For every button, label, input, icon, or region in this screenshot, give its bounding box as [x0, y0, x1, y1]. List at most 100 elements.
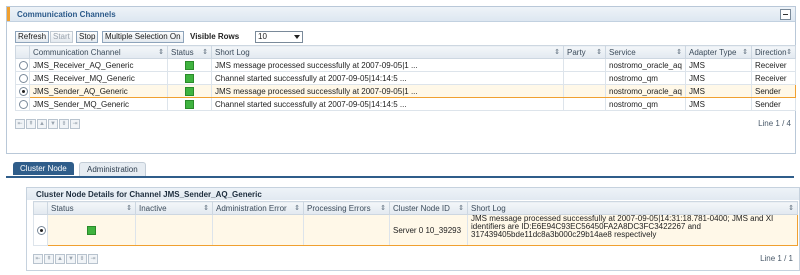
details-title: Cluster Node Details for Channel JMS_Sen… [36, 190, 262, 199]
column-header[interactable]: Short Log ⇕ [467, 201, 798, 215]
stop-button[interactable]: Stop [76, 31, 99, 43]
channel-cell: JMS_Receiver_AQ_Generic [29, 58, 168, 72]
row-radio-cell[interactable] [15, 58, 30, 72]
column-header[interactable]: Party ⇕ [563, 45, 606, 59]
log-cell: Channel started successfully at 2007-09-… [211, 71, 564, 85]
visible-rows-value: 10 [258, 32, 267, 41]
sort-icon[interactable]: ⇕ [202, 48, 208, 56]
direction-cell: Sender [751, 97, 796, 111]
table-row[interactable]: JMS_Receiver_AQ_Generic JMS message proc… [15, 58, 796, 72]
status-ok-icon [185, 99, 194, 109]
short-log-cell: JMS message processed successfully at 20… [467, 214, 798, 246]
table-row-selected[interactable]: JMS_Sender_AQ_Generic JMS message proces… [15, 84, 796, 98]
sort-icon[interactable]: ⇕ [554, 48, 560, 56]
table-row-selected[interactable]: Server 0 10_39293 JMS message processed … [33, 214, 798, 246]
status-cell [167, 58, 212, 72]
column-header[interactable]: Service ⇕ [605, 45, 686, 59]
table-header-row: Status ⇕ Inactive ⇕ Administration Error ⇕ … [33, 201, 798, 215]
table-row[interactable]: JMS_Receiver_MQ_Generic Channel started … [15, 71, 796, 85]
direction-cell: Receiver [751, 71, 796, 85]
sort-icon[interactable]: ⇕ [676, 48, 682, 56]
sort-icon[interactable]: ⇕ [788, 204, 794, 212]
first-page-icon[interactable]: ⇤ [15, 119, 25, 129]
status-ok-icon [185, 73, 194, 83]
row-radio-checked[interactable] [19, 86, 28, 96]
page-up-icon[interactable]: ⇞ [26, 119, 36, 129]
sort-icon[interactable]: ⇕ [380, 204, 386, 212]
sort-icon[interactable]: ⇕ [596, 48, 602, 56]
visible-rows-label: Visible Rows [190, 32, 240, 41]
column-header[interactable]: Adapter Type ⇕ [685, 45, 752, 59]
column-label: Adapter Type [689, 47, 737, 57]
direction-cell: Sender [751, 84, 796, 98]
column-label: Status [171, 47, 194, 57]
select-column-header [15, 45, 30, 59]
row-radio[interactable] [19, 99, 28, 109]
last-page-icon[interactable]: ⇥ [70, 119, 80, 129]
tab-underline [6, 176, 794, 178]
sort-icon[interactable]: ⇕ [158, 48, 164, 56]
status-ok-icon [87, 225, 96, 235]
table-header-row: Communication Channel ⇕ Status ⇕ Short Log… [15, 45, 796, 59]
status-cell [47, 214, 136, 246]
column-header[interactable]: Status ⇕ [47, 201, 136, 215]
sort-icon[interactable]: ⇕ [458, 204, 464, 212]
status-cell [167, 84, 212, 98]
row-radio[interactable] [19, 60, 28, 70]
column-header[interactable]: Communication Channel ⇕ [29, 45, 168, 59]
column-header[interactable]: Status ⇕ [167, 45, 212, 59]
column-header[interactable]: Processing Errors ⇕ [303, 201, 390, 215]
column-header[interactable]: Administration Error ⇕ [212, 201, 304, 215]
channel-cell: JMS_Receiver_MQ_Generic [29, 71, 168, 85]
details-header: Cluster Node Details for Channel JMS_Sen… [27, 188, 799, 200]
row-radio-cell[interactable] [15, 97, 30, 111]
column-header[interactable]: Short Log ⇕ [211, 45, 564, 59]
column-header[interactable]: Cluster Node ID ⇕ [389, 201, 468, 215]
tab-administration[interactable]: Administration [79, 162, 146, 176]
tab-cluster-node[interactable]: Cluster Node [13, 162, 74, 175]
row-radio-cell[interactable] [15, 84, 30, 98]
header-accent-bar [7, 7, 10, 21]
table-row[interactable]: JMS_Sender_MQ_Generic Channel started su… [15, 97, 796, 111]
channels-table: Communication Channel ⇕ Status ⇕ Short Log… [15, 45, 796, 111]
adapter-cell: JMS [685, 58, 752, 72]
row-radio-cell[interactable] [33, 214, 48, 246]
details-table: Status ⇕ Inactive ⇕ Administration Error ⇕ … [33, 201, 798, 246]
visible-rows-select[interactable]: 10 [255, 31, 303, 43]
column-header[interactable]: Inactive ⇕ [135, 201, 213, 215]
page-up-icon[interactable]: ⇞ [44, 254, 54, 264]
column-label: Cluster Node ID [393, 203, 450, 213]
adapter-cell: JMS [685, 97, 752, 111]
multiple-selection-button[interactable]: Multiple Selection On [102, 31, 184, 43]
sort-icon[interactable]: ⇕ [786, 48, 792, 56]
page-down-icon[interactable]: ⇟ [77, 254, 87, 264]
column-label: Administration Error [216, 203, 287, 213]
column-header[interactable]: Direction ⇕ [751, 45, 796, 59]
inactive-cell [135, 214, 213, 246]
sort-icon[interactable]: ⇕ [203, 204, 209, 212]
channel-cell: JMS_Sender_MQ_Generic [29, 97, 168, 111]
page-down-icon[interactable]: ⇟ [59, 119, 69, 129]
admin-error-cell [212, 214, 304, 246]
refresh-button[interactable]: Refresh [15, 31, 50, 43]
next-row-icon[interactable]: ▼ [66, 254, 76, 264]
sort-icon[interactable]: ⇕ [126, 204, 132, 212]
start-button[interactable]: Start [50, 31, 73, 43]
previous-row-icon[interactable]: ▲ [55, 254, 65, 264]
row-radio-checked[interactable] [37, 225, 46, 235]
log-cell: JMS message processed successfully at 20… [211, 58, 564, 72]
column-label: Short Log [215, 47, 250, 57]
previous-row-icon[interactable]: ▲ [37, 119, 47, 129]
next-row-icon[interactable]: ▼ [48, 119, 58, 129]
service-cell: nostromo_qm [605, 97, 686, 111]
sort-icon[interactable]: ⇕ [294, 204, 300, 212]
status-ok-icon [185, 60, 194, 70]
sort-icon[interactable]: ⇕ [742, 48, 748, 56]
last-page-icon[interactable]: ⇥ [88, 254, 98, 264]
row-radio-cell[interactable] [15, 71, 30, 85]
service-cell: nostromo_oracle_aq [605, 58, 686, 72]
collapse-icon[interactable] [780, 9, 791, 20]
adapter-cell: JMS [685, 71, 752, 85]
first-page-icon[interactable]: ⇤ [33, 254, 43, 264]
row-radio[interactable] [19, 73, 28, 83]
